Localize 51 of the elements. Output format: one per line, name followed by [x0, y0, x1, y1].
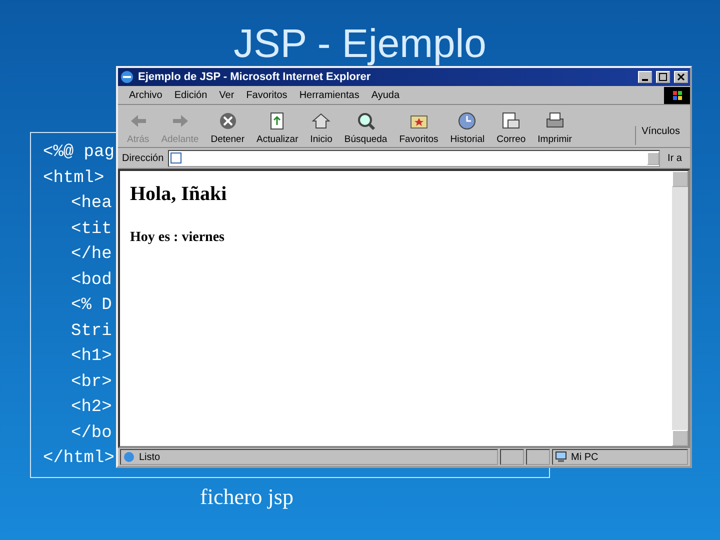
code-line: <h2>	[71, 397, 112, 419]
toolbar-button[interactable]: Inicio	[305, 110, 338, 145]
zone-text: Mi PC	[571, 452, 598, 462]
code-line: <tit	[71, 218, 112, 240]
code-line: <% D	[71, 295, 112, 317]
go-button[interactable]: Ir a	[664, 152, 686, 164]
code-line: <br>	[71, 372, 112, 394]
code-line: <h1>	[71, 346, 112, 368]
close-icon	[677, 73, 685, 81]
page-subheading: Hoy es : viernes	[130, 230, 224, 246]
slide-caption: fichero jsp	[200, 484, 294, 510]
code-line: </html>	[43, 448, 114, 470]
menu-item[interactable]: Edición	[169, 90, 212, 100]
code-line: <bod	[71, 270, 112, 292]
toolbar-button[interactable]: Favoritos	[394, 110, 444, 145]
maximize-icon	[659, 73, 667, 81]
code-line: <%@ pag	[43, 142, 114, 164]
menu-item[interactable]: Archivo	[124, 90, 168, 100]
code-line: </he	[71, 244, 112, 266]
page-icon	[168, 152, 183, 164]
toolbar-button[interactable]: Correo	[492, 110, 531, 145]
menu-item[interactable]: Favoritos	[241, 90, 292, 100]
clock-icon	[456, 110, 478, 132]
minimize-button[interactable]	[638, 71, 652, 83]
scrollbar[interactable]	[672, 171, 688, 446]
toolbar-button[interactable]: Imprimir	[532, 110, 577, 145]
address-label: Dirección	[122, 152, 164, 164]
browser-icon	[123, 451, 135, 463]
menu-item[interactable]: Ver	[214, 90, 240, 100]
toolbar-button[interactable]: Actualizar	[252, 110, 304, 145]
code-line: </bo	[71, 422, 112, 444]
status-text: Listo	[139, 452, 160, 462]
window-title: Ejemplo de JSP - Microsoft Internet Explorer	[138, 71, 372, 83]
menu-item[interactable]: Herramientas	[294, 90, 364, 100]
close-button[interactable]	[674, 71, 688, 83]
status-panel	[500, 449, 524, 465]
page-heading: Hola, Iñaki	[130, 183, 227, 206]
status-panel	[526, 449, 550, 465]
code-line: <hea	[71, 193, 112, 215]
links-button[interactable]: Vínculos	[634, 126, 686, 145]
code-line: Stri	[71, 320, 112, 342]
toolbar-button[interactable]: Detener	[206, 110, 250, 145]
toolbar-button[interactable]: Búsqueda	[339, 110, 392, 145]
toolbar-button[interactable]: Historial	[445, 110, 490, 145]
browser-icon	[120, 70, 134, 84]
maximize-button[interactable]	[656, 71, 670, 83]
code-line: <html>	[43, 168, 104, 190]
computer-icon	[555, 451, 567, 463]
address-field[interactable]	[168, 150, 660, 166]
menu-item[interactable]: Ayuda	[366, 90, 405, 100]
slide-title: JSP - Ejemplo	[232, 22, 488, 67]
